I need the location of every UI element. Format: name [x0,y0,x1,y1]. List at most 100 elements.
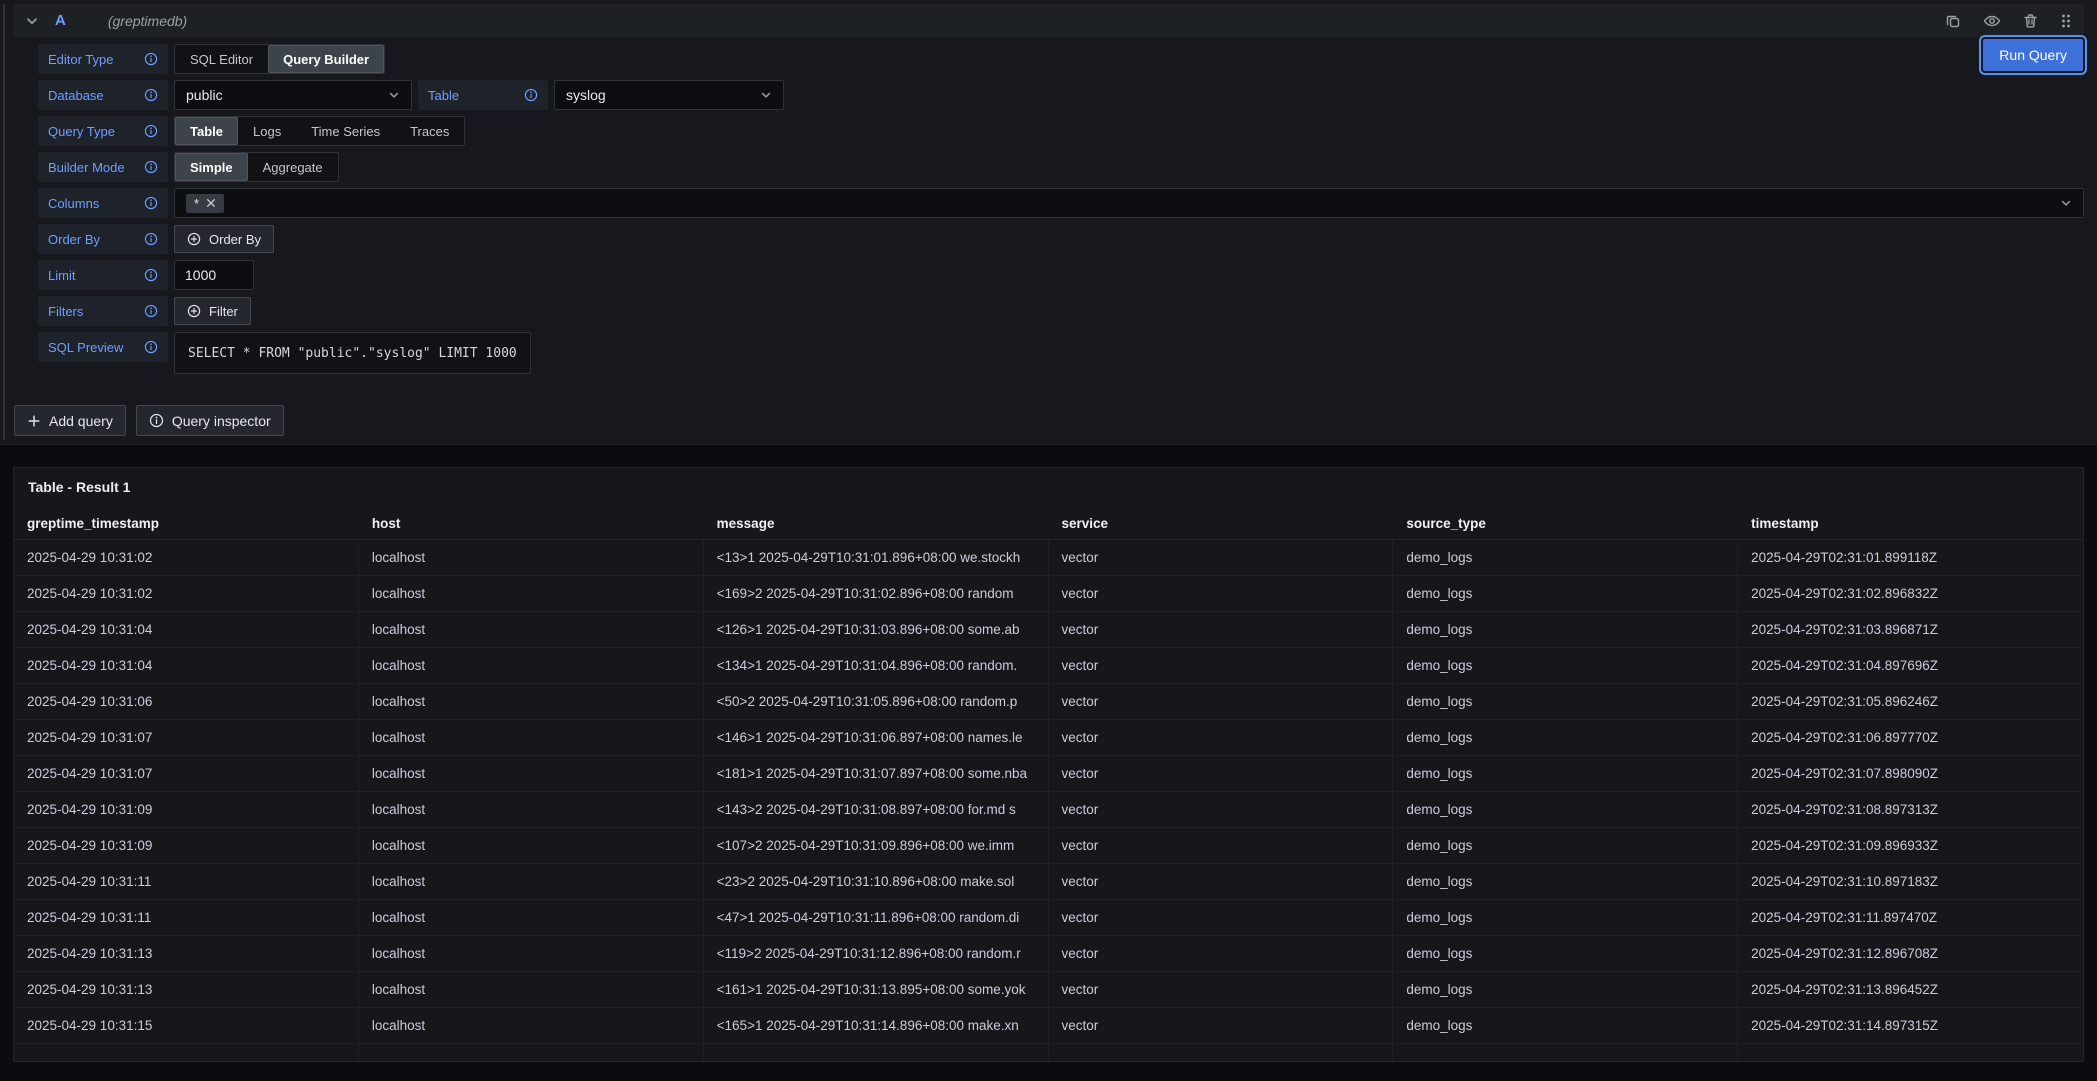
chip-remove-icon[interactable] [206,198,216,208]
table-cell: vector [1049,756,1394,791]
builder-mode-option-aggregate[interactable]: Aggregate [248,153,338,181]
column-header-greptime-timestamp[interactable]: greptime_timestamp [14,508,359,539]
table-cell: <161>1 2025-04-29T10:31:13.895+08:00 som… [704,972,1049,1007]
columns-multiselect[interactable]: * [174,188,2084,218]
query-type-option-logs[interactable]: Logs [238,117,296,145]
eye-icon[interactable] [1983,13,2001,29]
filters-label: Filters [48,304,83,319]
table-row: 2025-04-29 10:31:06localhost<50>2 2025-0… [14,684,2083,720]
info-icon[interactable] [144,232,158,246]
table-cell: 2025-04-29 10:31:02 [14,540,359,575]
table-cell: 2025-04-29 10:31:07 [14,756,359,791]
add-filter-button[interactable]: Filter [174,297,251,325]
table-cell: localhost [359,576,704,611]
table-cell: 2025-04-29 10:31:07 [14,720,359,755]
editor-type-option-sql-editor[interactable]: SQL Editor [175,45,268,73]
table-cell [1393,1044,1738,1061]
table-row: 2025-04-29 10:31:02localhost<13>1 2025-0… [14,540,2083,576]
table-cell: 2025-04-29T02:31:01.899118Z [1738,540,2083,575]
table-cell: localhost [359,684,704,719]
table-cell: <50>2 2025-04-29T10:31:05.896+08:00 rand… [704,684,1049,719]
table-cell [1049,1044,1394,1061]
sql-preview-label: SQL Preview [48,340,123,355]
builder-mode-option-simple[interactable]: Simple [175,153,248,181]
table-cell: 2025-04-29 10:31:13 [14,936,359,971]
query-row-header[interactable]: A (greptimedb) [13,4,2084,37]
table-cell: <107>2 2025-04-29T10:31:09.896+08:00 we.… [704,828,1049,863]
table-row: 2025-04-29 10:31:11localhost<23>2 2025-0… [14,864,2083,900]
table-cell: localhost [359,936,704,971]
table-cell: vector [1049,540,1394,575]
table-label: Table [428,88,459,103]
limit-input[interactable]: 1000 [174,260,254,290]
info-icon[interactable] [144,88,158,102]
query-type-option-table[interactable]: Table [175,117,238,145]
table-cell: demo_logs [1393,684,1738,719]
table-cell: 2025-04-29T02:31:05.896246Z [1738,684,2083,719]
add-order-by-button[interactable]: Order By [174,225,274,253]
database-label-cell: Database [38,80,168,110]
info-icon[interactable] [144,124,158,138]
table-cell: localhost [359,828,704,863]
collapse-chevron-icon[interactable] [25,14,39,28]
table-select[interactable]: syslog [554,80,784,110]
query-ref-id[interactable]: A [55,12,66,29]
filters-label-cell: Filters [38,296,168,326]
field-row-filters: Filters Filter [38,296,2084,326]
table-row: 2025-04-29 10:31:04localhost<126>1 2025-… [14,612,2083,648]
info-icon[interactable] [144,196,158,210]
info-icon[interactable] [144,160,158,174]
sql-preview-box: SELECT * FROM "public"."syslog" LIMIT 10… [174,332,531,374]
table-cell: demo_logs [1393,792,1738,827]
limit-label: Limit [48,268,75,283]
limit-label-cell: Limit [38,260,168,290]
plus-icon [27,414,41,428]
table-cell: localhost [359,864,704,899]
table-cell: demo_logs [1393,1008,1738,1043]
database-select[interactable]: public [174,80,412,110]
table-cell: 2025-04-29T02:31:09.896933Z [1738,828,2083,863]
table-cell: vector [1049,612,1394,647]
table-cell: 2025-04-29T02:31:06.897770Z [1738,720,2083,755]
trash-icon[interactable] [2023,13,2038,29]
editor-type-option-query-builder[interactable]: Query Builder [268,45,384,73]
table-cell: vector [1049,900,1394,935]
add-query-button[interactable]: Add query [14,405,126,436]
query-type-option-traces[interactable]: Traces [395,117,464,145]
table-row: 2025-04-29 10:31:09localhost<107>2 2025-… [14,828,2083,864]
table-row: 2025-04-29 10:31:07localhost<181>1 2025-… [14,756,2083,792]
table-cell: 2025-04-29T02:31:11.897470Z [1738,900,2083,935]
table-cell: 2025-04-29 10:31:04 [14,612,359,647]
plus-circle-icon [187,232,201,246]
info-icon[interactable] [524,88,538,102]
columns-label-cell: Columns [38,188,168,218]
info-icon[interactable] [144,340,158,354]
duplicate-icon[interactable] [1945,13,1961,29]
query-inspector-button[interactable]: Query inspector [136,405,284,436]
column-header-message[interactable]: message [704,508,1049,539]
table-cell: <165>1 2025-04-29T10:31:14.896+08:00 mak… [704,1008,1049,1043]
column-header-timestamp[interactable]: timestamp [1738,508,2083,539]
info-icon[interactable] [144,304,158,318]
table-cell: vector [1049,936,1394,971]
editor-type-radio-group: SQL Editor Query Builder [174,44,385,74]
table-cell: <126>1 2025-04-29T10:31:03.896+08:00 som… [704,612,1049,647]
table-row: 2025-04-29 10:31:13localhost<161>1 2025-… [14,972,2083,1008]
field-row-columns: Columns * [38,188,2084,218]
info-icon[interactable] [144,52,158,66]
info-icon[interactable] [144,268,158,282]
column-header-host[interactable]: host [359,508,704,539]
table-cell: demo_logs [1393,900,1738,935]
table-cell: vector [1049,864,1394,899]
table-cell: 2025-04-29T02:31:04.897696Z [1738,648,2083,683]
drag-handle-icon[interactable] [2060,13,2072,29]
column-header-service[interactable]: service [1049,508,1394,539]
table-cell: localhost [359,720,704,755]
query-type-option-time-series[interactable]: Time Series [296,117,395,145]
table-row: 2025-04-29 10:31:11localhost<47>1 2025-0… [14,900,2083,936]
table-cell [1738,1044,2083,1061]
query-type-label-cell: Query Type [38,116,168,146]
query-editor-section: A (greptimedb) Run Query Editor Type SQL… [0,0,2097,445]
column-header-source-type[interactable]: source_type [1393,508,1738,539]
table-row: 2025-04-29 10:31:07localhost<146>1 2025-… [14,720,2083,756]
